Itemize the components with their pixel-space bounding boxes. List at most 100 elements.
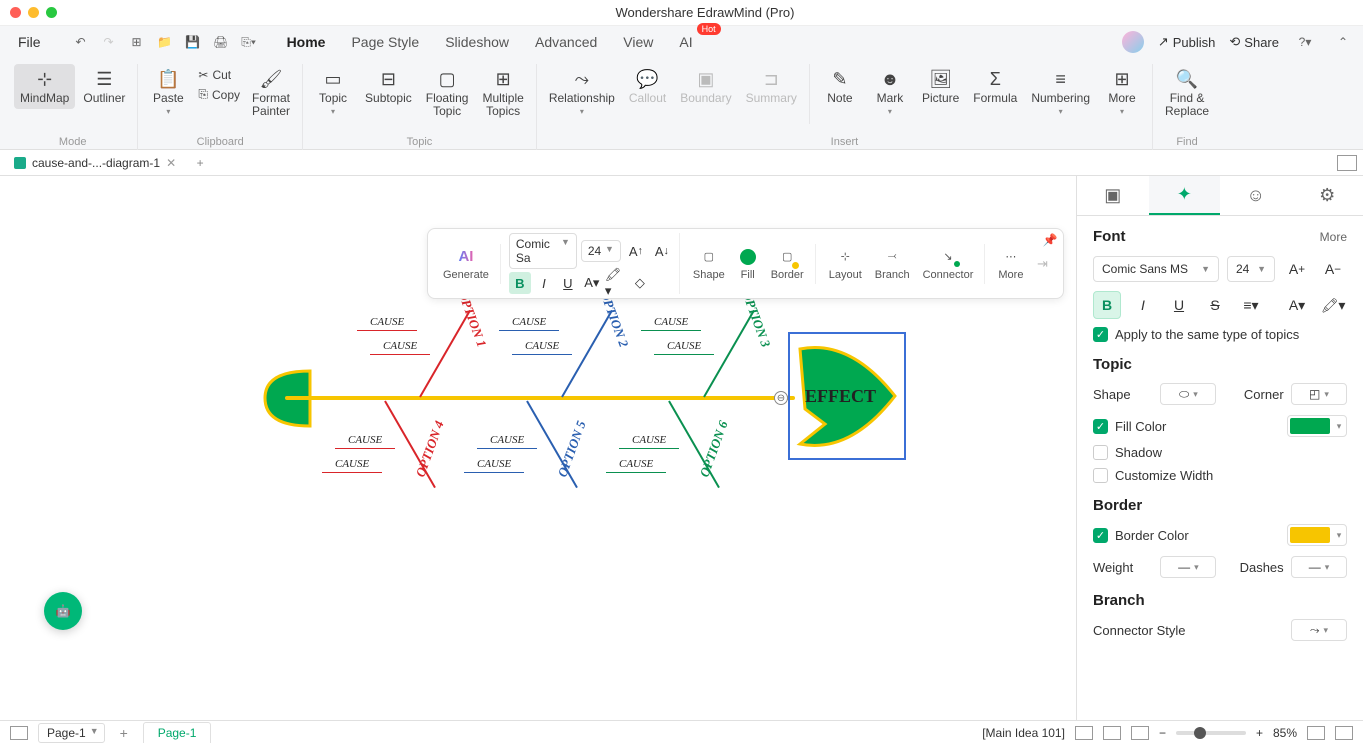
highlight-button[interactable]: 🖍▾ bbox=[605, 272, 627, 294]
cause-label[interactable]: CAUSE bbox=[490, 434, 524, 446]
underline-toggle[interactable]: U bbox=[1165, 291, 1193, 319]
fill-color-swatch[interactable]: ▾ bbox=[1287, 415, 1347, 437]
align-dropdown[interactable]: ≡▾ bbox=[1237, 291, 1265, 319]
redo-icon[interactable]: ↷ bbox=[97, 30, 121, 54]
file-menu[interactable]: File bbox=[8, 30, 51, 54]
italic-toggle[interactable]: I bbox=[1129, 291, 1157, 319]
increase-font-button[interactable]: A+ bbox=[1283, 255, 1311, 283]
cause-label[interactable]: CAUSE bbox=[335, 458, 369, 470]
minimize-window[interactable] bbox=[28, 7, 39, 18]
branch-button[interactable]: ⤙Branch bbox=[870, 244, 915, 284]
picture-button[interactable]: 🖼Picture bbox=[916, 64, 965, 124]
ai-assistant-bubble[interactable]: 🤖 bbox=[44, 592, 82, 630]
new-icon[interactable]: ⊞ bbox=[125, 30, 149, 54]
tab-advanced[interactable]: Advanced bbox=[523, 29, 609, 55]
panel-tab-style[interactable]: ✦ bbox=[1149, 176, 1221, 215]
shape-dropdown[interactable]: ⬭ ▾ bbox=[1160, 383, 1216, 405]
subtopic-button[interactable]: ⊟Subtopic bbox=[359, 64, 418, 122]
cut-button[interactable]: ✂Cut bbox=[194, 66, 244, 84]
page-selector[interactable]: Page-1▼ bbox=[38, 723, 105, 743]
connector-style-dropdown[interactable]: ⤳ ▾ bbox=[1291, 619, 1347, 641]
fullscreen-button[interactable] bbox=[1335, 726, 1353, 740]
numbering-button[interactable]: ≡Numbering▾ bbox=[1025, 64, 1096, 124]
floating-topic-button[interactable]: ▢Floating Topic bbox=[420, 64, 475, 122]
font-family-select[interactable]: Comic Sa▼ bbox=[509, 233, 577, 269]
add-tab-button[interactable]: + bbox=[190, 153, 210, 173]
copy-button[interactable]: ⎘Copy bbox=[194, 85, 244, 104]
clear-format-button[interactable]: ◇ bbox=[629, 272, 651, 294]
zoom-level[interactable]: 85% bbox=[1273, 726, 1297, 740]
undo-icon[interactable]: ↶ bbox=[69, 30, 93, 54]
font-family-dropdown[interactable]: Comic Sans MS▼ bbox=[1093, 256, 1219, 282]
decrease-font-icon[interactable]: A↓ bbox=[651, 240, 673, 262]
tab-view[interactable]: View bbox=[611, 29, 665, 55]
more-button[interactable]: ⋯More bbox=[993, 244, 1028, 284]
tab-ai[interactable]: AIHot bbox=[667, 29, 704, 55]
zoom-out-button[interactable]: − bbox=[1159, 726, 1166, 740]
decrease-font-button[interactable]: A− bbox=[1319, 255, 1347, 283]
underline-button[interactable]: U bbox=[557, 272, 579, 294]
font-size-dropdown[interactable]: 24▼ bbox=[1227, 256, 1275, 282]
font-color-button[interactable]: A▾ bbox=[581, 272, 603, 294]
pages-panel-toggle[interactable] bbox=[10, 726, 28, 740]
customize-width-checkbox[interactable]: Customize Width bbox=[1093, 468, 1347, 483]
close-tab-icon[interactable]: ✕ bbox=[166, 156, 176, 170]
cause-label[interactable]: CAUSE bbox=[512, 316, 546, 328]
highlight-dropdown[interactable]: 🖍▾ bbox=[1319, 291, 1347, 319]
fill-button[interactable]: Fill bbox=[733, 244, 763, 284]
outliner-button[interactable]: ☰Outliner bbox=[77, 64, 131, 109]
cause-label[interactable]: CAUSE bbox=[654, 316, 688, 328]
increase-font-icon[interactable]: A↑ bbox=[625, 240, 647, 262]
view-mode-2[interactable] bbox=[1103, 726, 1121, 740]
collapse-ribbon-icon[interactable]: ⌃ bbox=[1331, 30, 1355, 54]
effect-node[interactable]: EFFECT bbox=[790, 334, 904, 458]
find-replace-button[interactable]: 🔍Find & Replace bbox=[1159, 64, 1215, 122]
panel-tab-settings[interactable]: ⚙ bbox=[1292, 176, 1363, 215]
layout-button[interactable]: ⊹Layout bbox=[824, 244, 867, 284]
publish-button[interactable]: ↗Publish bbox=[1158, 34, 1216, 50]
maximize-window[interactable] bbox=[46, 7, 57, 18]
user-avatar[interactable] bbox=[1122, 31, 1144, 53]
fit-screen-button[interactable] bbox=[1307, 726, 1325, 740]
mindmap-button[interactable]: ⊹MindMap bbox=[14, 64, 75, 109]
shape-button[interactable]: ▢Shape bbox=[688, 244, 730, 284]
panel-toggle-icon[interactable] bbox=[1337, 155, 1357, 171]
apply-same-type-checkbox[interactable]: ✓ Apply to the same type of topics bbox=[1093, 327, 1347, 342]
cause-label[interactable]: CAUSE bbox=[348, 434, 382, 446]
share-button[interactable]: ⟲Share bbox=[1229, 34, 1279, 50]
cause-label[interactable]: CAUSE bbox=[667, 340, 701, 352]
zoom-slider[interactable] bbox=[1176, 731, 1246, 735]
relationship-button[interactable]: ⤳Relationship▾ bbox=[543, 64, 621, 124]
document-tab[interactable]: cause-and-...-diagram-1 ✕ bbox=[6, 153, 184, 173]
format-painter-button[interactable]: 🖌Format Painter bbox=[246, 64, 296, 122]
cause-label[interactable]: CAUSE bbox=[525, 340, 559, 352]
spine[interactable] bbox=[285, 396, 795, 400]
topic-button[interactable]: ▭Topic▾ bbox=[309, 64, 357, 122]
bold-button[interactable]: B bbox=[509, 272, 531, 294]
close-window[interactable] bbox=[10, 7, 21, 18]
formula-button[interactable]: ΣFormula bbox=[967, 64, 1023, 124]
shadow-checkbox[interactable]: Shadow bbox=[1093, 445, 1347, 460]
corner-dropdown[interactable]: ◰ ▾ bbox=[1291, 383, 1347, 405]
dashes-dropdown[interactable]: — ▾ bbox=[1291, 556, 1347, 578]
page-tab[interactable]: Page-1 bbox=[143, 722, 212, 743]
panel-tab-icon[interactable]: ☺ bbox=[1220, 176, 1292, 215]
strike-toggle[interactable]: S bbox=[1201, 291, 1229, 319]
tab-page-style[interactable]: Page Style bbox=[339, 29, 431, 55]
save-icon[interactable]: 💾 bbox=[181, 30, 205, 54]
cause-label[interactable]: CAUSE bbox=[370, 316, 404, 328]
collapse-toggle[interactable]: ⊖ bbox=[774, 391, 788, 405]
mark-button[interactable]: ☻Mark▾ bbox=[866, 64, 914, 124]
cause-label[interactable]: CAUSE bbox=[619, 458, 653, 470]
bold-toggle[interactable]: B bbox=[1093, 291, 1121, 319]
connector-button[interactable]: ↘Connector bbox=[918, 244, 979, 284]
ai-generate-button[interactable]: AI Generate bbox=[438, 244, 494, 284]
canvas[interactable]: 📌 AI Generate Comic Sa▼ 24▼ A↑ A↓ B I U bbox=[0, 176, 1076, 720]
italic-button[interactable]: I bbox=[533, 272, 555, 294]
zoom-in-button[interactable]: + bbox=[1256, 726, 1263, 740]
border-button[interactable]: ▢Border bbox=[766, 244, 809, 284]
cause-label[interactable]: CAUSE bbox=[383, 340, 417, 352]
export-icon[interactable]: ⎘▾ bbox=[237, 30, 261, 54]
paste-button[interactable]: 📋Paste▾ bbox=[144, 64, 192, 122]
cause-label[interactable]: CAUSE bbox=[477, 458, 511, 470]
